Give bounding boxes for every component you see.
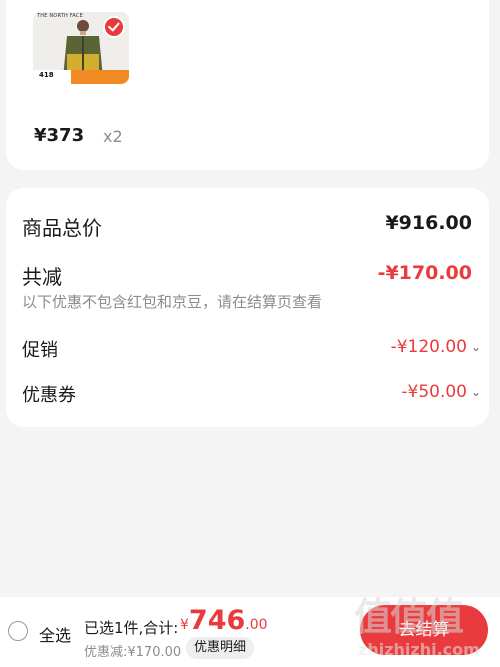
promotion-value[interactable]: -¥120.00 [391, 337, 467, 357]
selected-check-icon[interactable] [103, 16, 125, 38]
coupon-label[interactable]: 优惠券 [22, 381, 76, 407]
cart-item-card: THE NORTH FACE 418 ¥373 x2 [6, 0, 489, 170]
discount-detail-button[interactable]: 优惠明细 [186, 637, 255, 659]
product-thumbnail[interactable]: THE NORTH FACE 418 [33, 12, 129, 84]
jacket-model-image [63, 20, 103, 78]
price-summary-card: 商品总价 ¥916.00 共减 -¥170.00 以下优惠不包含红包和京豆，请在… [6, 188, 489, 427]
select-all-label[interactable]: 全选 [39, 622, 71, 646]
reduction-label: 共减 [22, 265, 62, 289]
goods-total-label: 商品总价 [22, 216, 102, 240]
total-price: ¥746.00 [180, 605, 268, 636]
thumbnail-price-strip: 418 [33, 70, 129, 84]
chevron-down-icon[interactable]: ⌄ [471, 340, 481, 354]
checkout-button[interactable]: 去结算 [360, 605, 488, 655]
selected-count-text: 已选1件,合计: [84, 619, 179, 637]
item-quantity: x2 [103, 127, 123, 146]
goods-total-value: ¥916.00 [385, 212, 472, 234]
item-unit-price: ¥373 [34, 125, 85, 146]
promotion-label[interactable]: 促销 [22, 336, 58, 362]
reduction-value: -¥170.00 [377, 262, 472, 284]
chevron-down-icon[interactable]: ⌄ [471, 385, 481, 399]
discount-summary: 优惠减:¥170.00 [84, 645, 182, 660]
total-currency-symbol: ¥ [180, 617, 189, 633]
select-all-radio[interactable] [8, 621, 28, 641]
checkout-bar: 全选 已选1件,合计: ¥746.00 优惠减:¥170.00 优惠明细 去结算 [0, 597, 500, 667]
total-integer: 746 [188, 605, 246, 636]
thumbnail-promo-banner [71, 70, 129, 84]
total-decimal: .00 [245, 617, 268, 633]
thumbnail-price: 418 [39, 71, 54, 79]
reduction-note: 以下优惠不包含红包和京豆，请在结算页查看 [22, 293, 323, 311]
coupon-value[interactable]: -¥50.00 [401, 382, 467, 402]
